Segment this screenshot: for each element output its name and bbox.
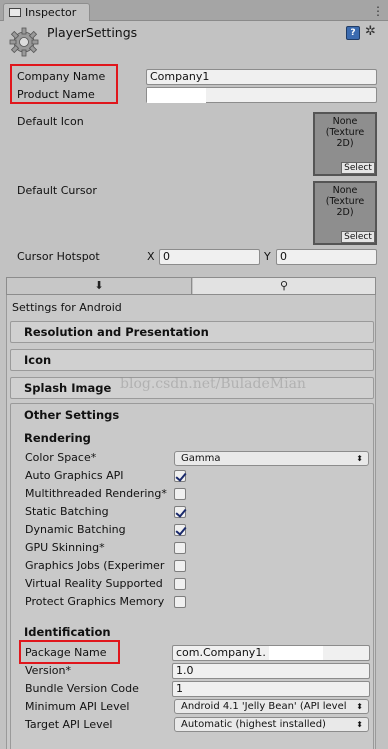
toggle-checkbox[interactable] xyxy=(174,488,186,500)
highlight-box-company-product xyxy=(10,64,118,104)
dropdown-arrow-icon: ⬍ xyxy=(356,454,363,463)
identification-heading: Identification xyxy=(24,625,111,639)
color-space-dropdown[interactable]: Gamma ⬍ xyxy=(174,451,369,466)
dropdown-arrow-icon: ⬍ xyxy=(356,720,363,729)
rendering-heading: Rendering xyxy=(24,431,91,445)
version-field[interactable]: 1.0 xyxy=(172,663,370,679)
page-title: PlayerSettings xyxy=(47,25,138,40)
download-icon: ⬇ xyxy=(94,279,104,292)
toggle-label: Multithreaded Rendering* xyxy=(25,487,167,500)
section-other-label[interactable]: Other Settings xyxy=(24,408,119,422)
toggle-label: Dynamic Batching xyxy=(25,523,126,536)
target-api-value: Automatic (highest installed) xyxy=(181,719,326,730)
target-api-dropdown[interactable]: Automatic (highest installed) ⬍ xyxy=(174,717,369,732)
bundle-version-code-field[interactable]: 1 xyxy=(172,681,370,697)
target-api-label: Target API Level xyxy=(25,718,113,731)
default-icon-select-button[interactable]: Select xyxy=(341,162,375,174)
toggle-label: GPU Skinning* xyxy=(25,541,105,554)
version-label: Version* xyxy=(25,664,71,677)
help-book-icon[interactable]: ? xyxy=(346,26,360,40)
toggle-checkbox[interactable] xyxy=(174,470,186,482)
toggle-checkbox[interactable] xyxy=(174,524,186,536)
default-cursor-none-text: None (Texture 2D) xyxy=(325,185,365,218)
redacted-area xyxy=(147,88,206,103)
section-resolution-label: Resolution and Presentation xyxy=(24,325,209,339)
tab-inspector-label: Inspector xyxy=(25,6,77,19)
tab-standalone[interactable]: ⬇ xyxy=(7,278,192,294)
toggle-label: Graphics Jobs (Experimer xyxy=(25,559,165,572)
toggle-label: Static Batching xyxy=(25,505,109,518)
default-cursor-label: Default Cursor xyxy=(17,184,97,197)
default-icon-slot[interactable]: None (Texture 2D) Select xyxy=(313,112,377,176)
toggle-checkbox[interactable] xyxy=(174,542,186,554)
android-icon: ⚲ xyxy=(279,279,289,292)
default-icon-label: Default Icon xyxy=(17,115,84,128)
toggle-label: Auto Graphics API xyxy=(25,469,124,482)
min-api-value: Android 4.1 'Jelly Bean' (API level xyxy=(181,701,347,712)
platform-tabs: ⬇ ⚲ xyxy=(6,277,376,295)
dropdown-arrow-icon: ⬍ xyxy=(356,702,363,711)
min-api-dropdown[interactable]: Android 4.1 'Jelly Bean' (API level ⬍ xyxy=(174,699,369,714)
default-cursor-slot[interactable]: None (Texture 2D) Select xyxy=(313,181,377,245)
default-cursor-slot-text: None (Texture 2D) xyxy=(315,185,375,218)
tab-inspector[interactable]: Inspector xyxy=(3,3,90,21)
cursor-hotspot-y-label: Y xyxy=(264,250,271,263)
cursor-hotspot-x-label: X xyxy=(147,250,155,263)
color-space-label: Color Space* xyxy=(25,451,97,464)
section-splash-label: Splash Image xyxy=(24,381,112,395)
toggle-label: Virtual Reality Supported xyxy=(25,577,163,590)
toggle-label: Protect Graphics Memory xyxy=(25,595,165,608)
bundle-version-code-label: Bundle Version Code xyxy=(25,682,139,695)
inspector-icon xyxy=(9,8,21,17)
default-icon-slot-text: None (Texture 2D) xyxy=(315,116,375,149)
cursor-hotspot-x-field[interactable]: 0 xyxy=(159,249,260,265)
settings-for-label: Settings for Android xyxy=(12,301,122,314)
toggle-checkbox[interactable] xyxy=(174,506,186,518)
color-space-value: Gamma xyxy=(181,453,221,464)
highlight-box-package-name xyxy=(19,640,120,664)
toggle-checkbox[interactable] xyxy=(174,596,186,608)
default-cursor-select-button[interactable]: Select xyxy=(341,231,375,243)
toggle-checkbox[interactable] xyxy=(174,578,186,590)
cursor-hotspot-y-field[interactable]: 0 xyxy=(276,249,377,265)
cursor-hotspot-label: Cursor Hotspot xyxy=(17,250,100,263)
section-resolution[interactable]: Resolution and Presentation xyxy=(10,321,374,343)
redacted-area xyxy=(269,646,323,660)
default-icon-none-text: None (Texture 2D) xyxy=(325,116,365,149)
watermark: blog.csdn.net/BuladeMian xyxy=(120,376,306,392)
section-icon-label: Icon xyxy=(24,353,52,367)
min-api-label: Minimum API Level xyxy=(25,700,130,713)
toggle-checkbox[interactable] xyxy=(174,560,186,572)
gear-icon xyxy=(9,27,39,57)
company-name-field[interactable]: Company1 xyxy=(146,69,377,85)
menu-dots-icon[interactable]: ⋮ xyxy=(372,4,384,18)
section-icon[interactable]: Icon xyxy=(10,349,374,371)
tab-android[interactable]: ⚲ xyxy=(193,278,375,294)
settings-gear-icon[interactable]: ✲ xyxy=(365,24,376,39)
